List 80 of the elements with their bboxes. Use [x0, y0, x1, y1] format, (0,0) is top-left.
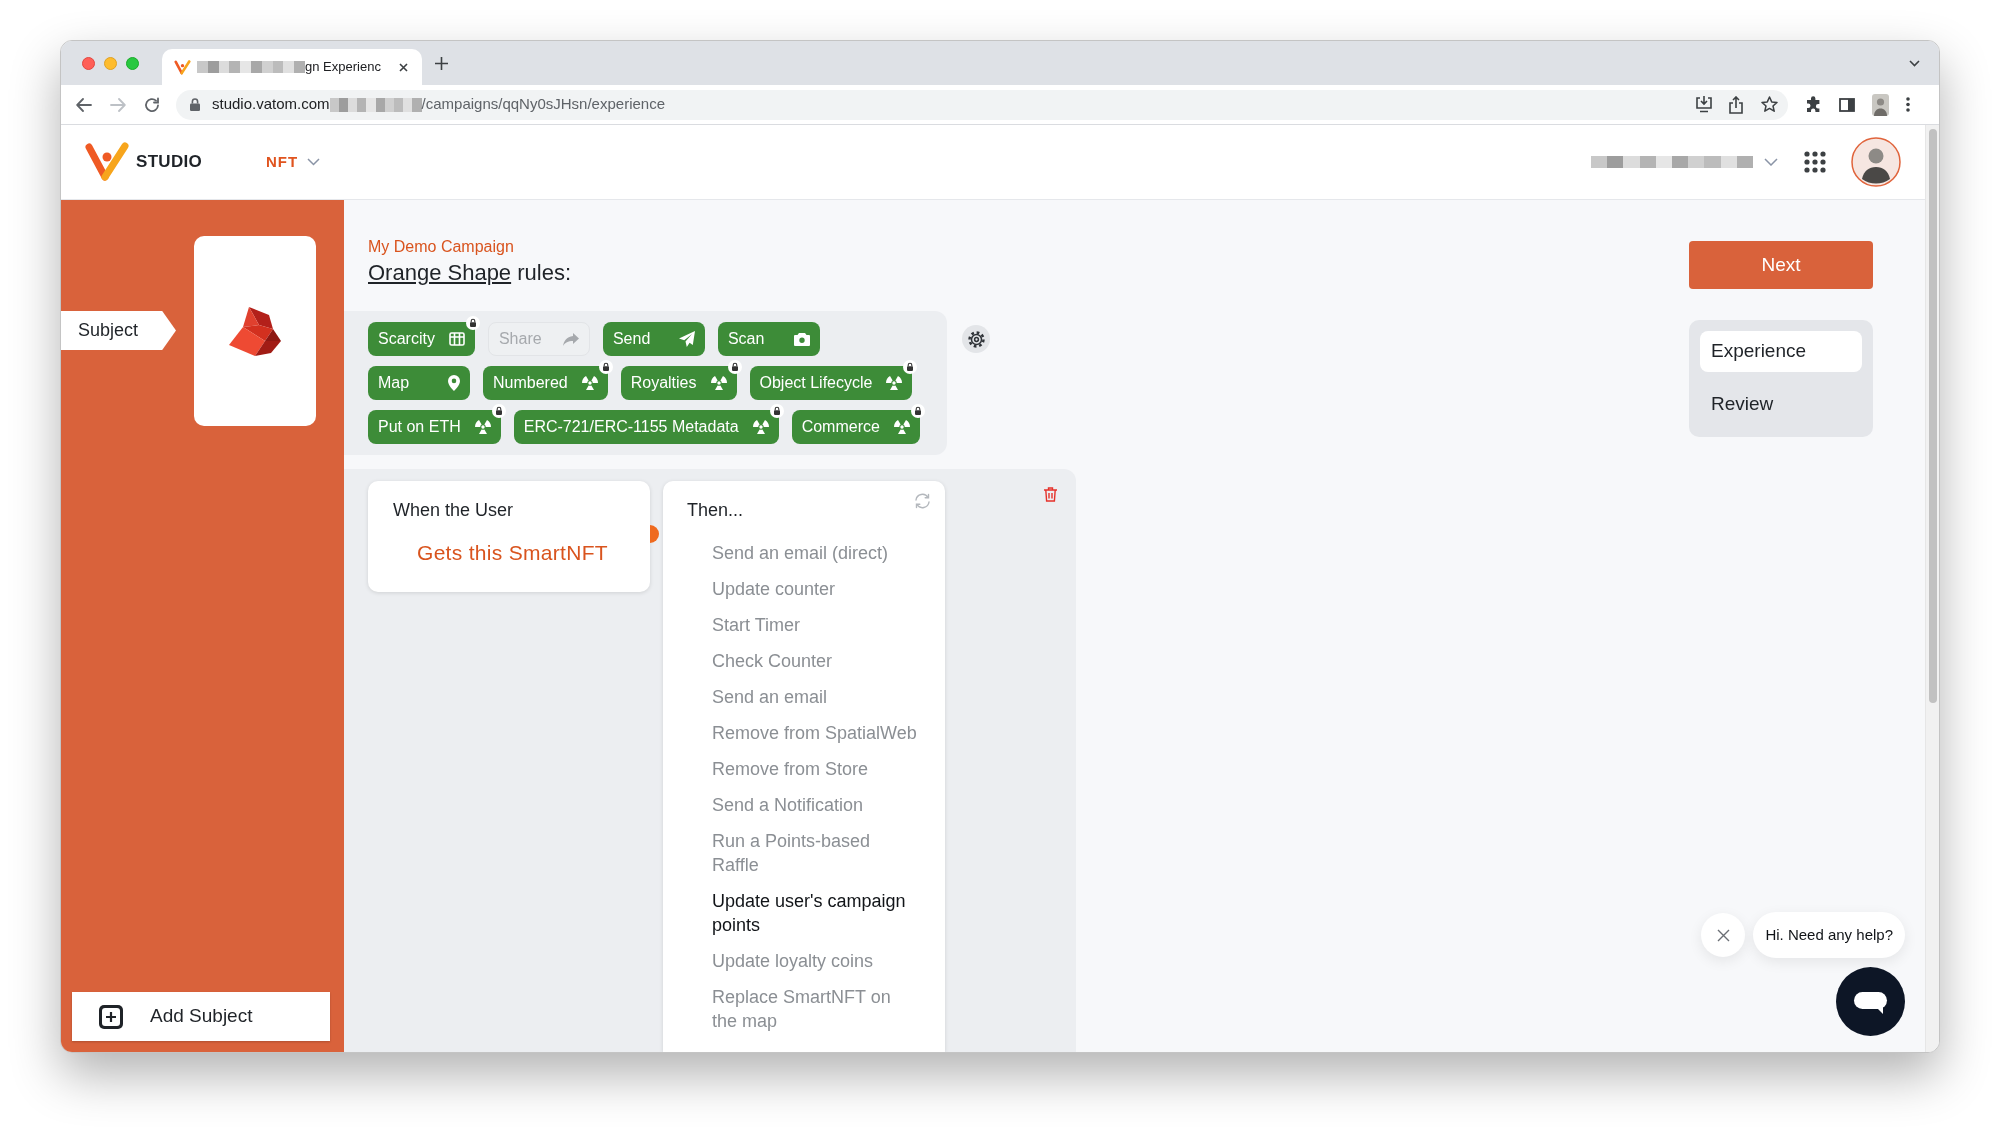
action-option[interactable]: Start Timer — [712, 613, 919, 637]
reload-icon[interactable] — [144, 96, 160, 113]
feature-button[interactable]: ERC-721/ERC-1155 Metadata — [513, 410, 779, 444]
feature-button[interactable]: Scan — [717, 322, 820, 356]
radiation-icon — [710, 376, 727, 390]
action-option[interactable]: Send a Notification — [712, 793, 919, 817]
address-field[interactable]: studio.vatom.com /campaigns/qqNy0sJHsn/experience — [176, 89, 1788, 120]
product-menu[interactable]: NFT — [266, 150, 321, 174]
feature-button[interactable]: Object Lifecycle — [749, 366, 913, 400]
action-option[interactable]: Remove from SpatialWeb — [712, 721, 919, 745]
profile-avatar[interactable] — [1872, 93, 1889, 116]
new-tab-icon[interactable] — [435, 56, 448, 70]
table-icon — [448, 332, 465, 346]
pin-icon — [448, 375, 460, 391]
feature-button[interactable]: Commerce — [791, 410, 920, 444]
close-icon[interactable] — [399, 62, 408, 72]
action-option[interactable]: Update counter — [712, 577, 919, 601]
campaign-name: My Demo Campaign — [368, 237, 514, 257]
action-option[interactable]: Update user's campaign points — [712, 889, 919, 937]
browser-tab[interactable]: gn Experienc — [162, 49, 422, 85]
actions-heading: Then... — [687, 499, 744, 522]
feature-button[interactable]: Scarcity — [368, 322, 475, 356]
radiation-icon — [752, 420, 769, 434]
back-arrow-icon[interactable] — [76, 97, 92, 112]
star-icon[interactable] — [1761, 96, 1778, 113]
feature-button[interactable]: Royalties — [620, 366, 737, 400]
url-path: /campaigns/qqNy0sJHsn/experience — [421, 94, 665, 115]
rules-heading: Orange Shape rules: — [368, 259, 572, 287]
action-option[interactable]: Run a Points-based Raffle — [712, 829, 919, 877]
send-icon — [678, 331, 695, 347]
add-subject-button[interactable]: Add Subject — [72, 992, 330, 1041]
action-option[interactable]: Update loyalty coins — [712, 949, 919, 973]
chat-greeting: Hi. Need any help? — [1753, 912, 1905, 958]
share-icon[interactable] — [1729, 95, 1743, 114]
plus-square-icon — [99, 1004, 123, 1029]
share-icon — [562, 332, 579, 346]
scrollbar-thumb[interactable] — [1928, 129, 1937, 703]
url-host: studio.vatom.com — [212, 94, 330, 115]
settings-icon — [967, 330, 985, 348]
user-avatar[interactable] — [1851, 137, 1901, 187]
sidebar-icon[interactable] — [1839, 97, 1855, 112]
radiation-icon — [886, 376, 903, 390]
chevron-down-icon — [307, 158, 321, 166]
lock-icon — [190, 98, 200, 111]
action-option[interactable]: Send an email (direct) — [712, 541, 919, 565]
radiation-icon — [474, 420, 491, 434]
shape-icon — [229, 306, 281, 356]
subject-tag: Subject — [61, 311, 176, 350]
step-tab[interactable]: Review — [1700, 384, 1862, 425]
close-icon — [1716, 928, 1730, 942]
trigger-heading: When the User — [393, 499, 514, 522]
camera-icon — [793, 332, 810, 346]
brand-name: STUDIO — [136, 151, 203, 174]
window-close-icon[interactable] — [82, 56, 95, 70]
subject-card[interactable] — [194, 236, 316, 426]
chevron-down-icon[interactable] — [1909, 59, 1920, 67]
puzzle-icon[interactable] — [1805, 96, 1822, 113]
next-button[interactable]: Next — [1689, 241, 1873, 289]
apps-grid-icon[interactable] — [1804, 151, 1826, 173]
chat-launcher-icon[interactable] — [1836, 967, 1905, 1036]
feature-button[interactable]: Numbered — [483, 366, 608, 400]
feature-button[interactable]: Send — [602, 322, 705, 356]
radiation-icon — [893, 420, 910, 434]
subject-link[interactable]: Orange Shape — [368, 260, 512, 285]
radiation-icon — [581, 376, 598, 390]
trigger-card[interactable]: When the User Gets this SmartNFT — [368, 481, 650, 592]
install-icon[interactable] — [1695, 96, 1713, 113]
trash-icon[interactable] — [1044, 487, 1057, 502]
action-option[interactable]: Remove from Store — [712, 757, 919, 781]
action-option[interactable]: Check Counter — [712, 649, 919, 673]
action-option[interactable]: Replace SmartNFT on the map — [712, 985, 919, 1033]
logo-icon — [85, 142, 129, 182]
action-option[interactable]: Send an email — [712, 685, 919, 709]
feature-button[interactable]: Map — [368, 366, 470, 400]
favicon-icon — [174, 59, 191, 75]
trigger-event: Gets this SmartNFT — [417, 540, 608, 566]
step-tab[interactable]: Experience — [1700, 331, 1862, 372]
feature-button[interactable]: Put on ETH — [368, 410, 501, 444]
menu-icon[interactable] — [1906, 97, 1910, 112]
settings-button[interactable] — [962, 325, 990, 353]
